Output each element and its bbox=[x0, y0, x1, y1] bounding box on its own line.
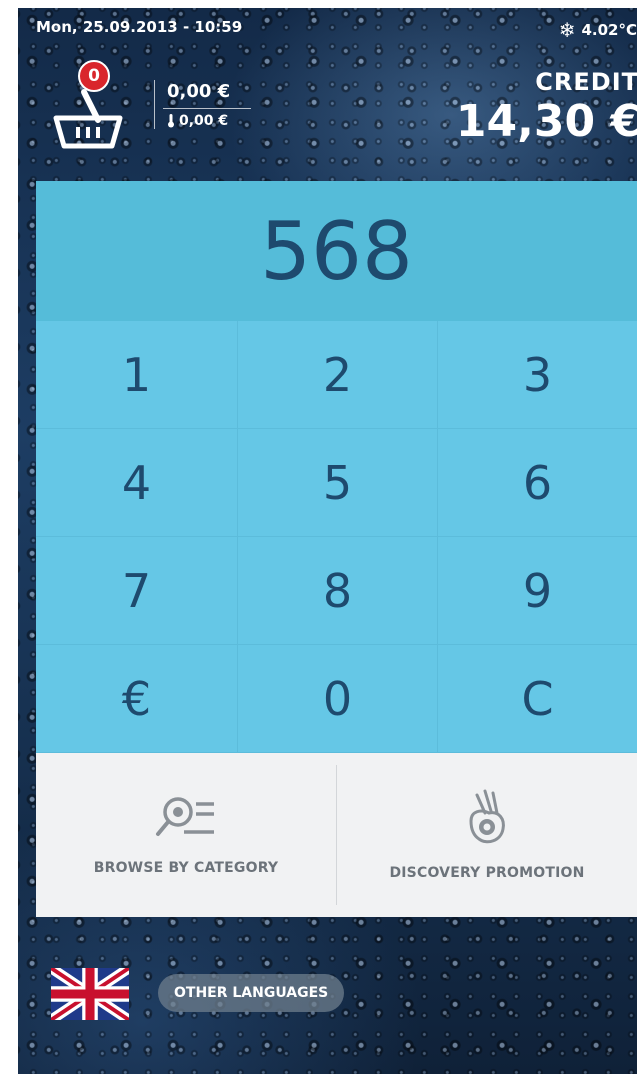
key-2[interactable]: 2 bbox=[238, 321, 438, 429]
key-3[interactable]: 3 bbox=[438, 321, 637, 429]
key-clear[interactable]: C bbox=[438, 645, 637, 753]
temperature-value: 4.02°C bbox=[581, 21, 637, 39]
discovery-promotion-button[interactable]: DISCOVERY PROMOTION bbox=[336, 765, 637, 905]
discovery-promotion-label: DISCOVERY PROMOTION bbox=[389, 865, 585, 881]
key-euro[interactable]: € bbox=[36, 645, 238, 753]
temperature-indicator: ❄ 4.02°C bbox=[559, 18, 637, 42]
credit-value: 14,30 € bbox=[455, 96, 637, 147]
cart-deposit-row: 0,00 € bbox=[167, 113, 251, 129]
key-7[interactable]: 7 bbox=[36, 537, 238, 645]
search-list-icon bbox=[156, 797, 214, 836]
keypad-panel: 568 1 2 3 4 5 6 7 8 9 € 0 C BROWSE BY CA… bbox=[36, 181, 637, 917]
basket-count-badge: 0 bbox=[78, 60, 110, 92]
thermometer-icon bbox=[168, 114, 174, 128]
uk-flag-icon[interactable] bbox=[51, 968, 129, 1020]
key-5[interactable]: 5 bbox=[238, 429, 438, 537]
amount-divider bbox=[163, 108, 251, 109]
bottom-actions: BROWSE BY CATEGORY DISCOVERY PROMOTION bbox=[36, 753, 637, 917]
cart-total: 0,00 € bbox=[167, 81, 231, 102]
key-9[interactable]: 9 bbox=[438, 537, 637, 645]
datetime-label: Mon, 25.09.2013 - 10:59 bbox=[36, 18, 243, 36]
cart-deposit: 0,00 € bbox=[179, 113, 229, 129]
credit-label: CREDIT bbox=[535, 68, 637, 96]
product-code-display: 568 bbox=[36, 181, 637, 321]
keypad-grid: 1 2 3 4 5 6 7 8 9 € 0 C bbox=[36, 321, 637, 753]
cart-amounts: 0,00 € 0,00 € bbox=[154, 80, 251, 129]
snowflake-icon: ❄ bbox=[558, 18, 576, 42]
kiosk-screen: Mon, 25.09.2013 - 10:59 ❄ 4.02°C 0 0,00 … bbox=[18, 8, 637, 1074]
key-8[interactable]: 8 bbox=[238, 537, 438, 645]
key-6[interactable]: 6 bbox=[438, 429, 637, 537]
browse-by-category-label: BROWSE BY CATEGORY bbox=[93, 860, 279, 876]
key-1[interactable]: 1 bbox=[36, 321, 238, 429]
other-languages-button[interactable]: OTHER LANGUAGES bbox=[158, 974, 345, 1012]
key-0[interactable]: 0 bbox=[238, 645, 438, 753]
ok-hand-icon bbox=[469, 789, 505, 844]
key-4[interactable]: 4 bbox=[36, 429, 238, 537]
browse-by-category-button[interactable]: BROWSE BY CATEGORY bbox=[36, 753, 336, 917]
